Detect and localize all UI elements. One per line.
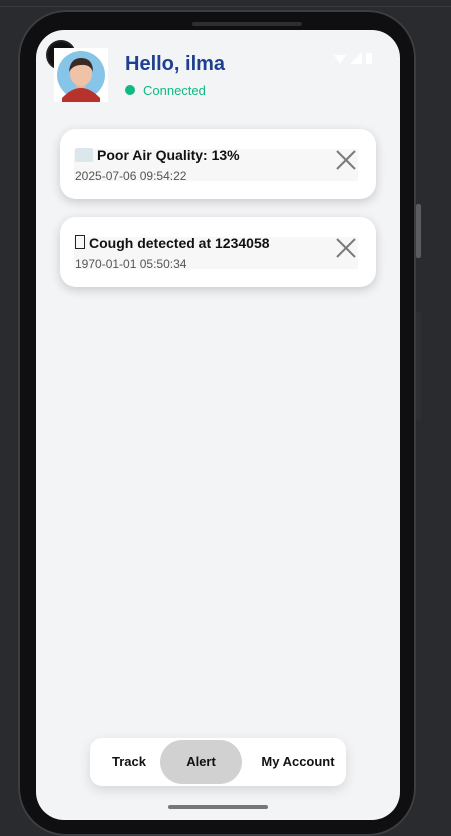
nav-tab-alert[interactable]: Alert xyxy=(160,738,242,786)
alert-title-text: Poor Air Quality: 13% xyxy=(97,147,240,163)
status-bar-icons xyxy=(334,52,378,66)
battery-icon xyxy=(366,53,372,64)
greeting-title: Hello, ilma xyxy=(125,53,226,75)
alert-title: Cough detected at 1234058 xyxy=(75,235,270,251)
speaker-grille xyxy=(192,22,302,26)
close-icon xyxy=(336,238,356,258)
close-alert-button[interactable] xyxy=(335,149,357,171)
nav-tab-my-account[interactable]: My Account xyxy=(250,738,346,786)
signal-icon xyxy=(350,52,362,64)
connection-status-dot xyxy=(125,85,135,95)
missing-glyph-icon xyxy=(75,235,85,249)
alert-timestamp: 1970-01-01 05:50:34 xyxy=(75,257,187,271)
nav-tab-track[interactable]: Track xyxy=(98,738,160,786)
alert-timestamp: 2025-07-06 09:54:22 xyxy=(75,169,187,183)
avatar[interactable] xyxy=(54,48,108,102)
connection-status-label: Connected xyxy=(143,83,206,98)
window-top-border xyxy=(0,6,451,7)
close-alert-button[interactable] xyxy=(335,237,357,259)
alert-card: Cough detected at 1234058 1970-01-01 05:… xyxy=(60,217,376,287)
bottom-navigation: Track Alert My Account xyxy=(90,738,346,786)
close-icon xyxy=(336,150,356,170)
wifi-icon xyxy=(334,55,346,64)
alert-title-text: Cough detected at 1234058 xyxy=(89,235,270,251)
power-button[interactable] xyxy=(416,204,421,258)
alert-title: Poor Air Quality: 13% xyxy=(75,147,240,163)
smog-icon xyxy=(75,148,93,162)
home-indicator[interactable] xyxy=(168,805,268,809)
user-avatar-icon xyxy=(54,48,108,102)
alert-card: Poor Air Quality: 13% 2025-07-06 09:54:2… xyxy=(60,129,376,199)
volume-button[interactable] xyxy=(416,312,421,420)
